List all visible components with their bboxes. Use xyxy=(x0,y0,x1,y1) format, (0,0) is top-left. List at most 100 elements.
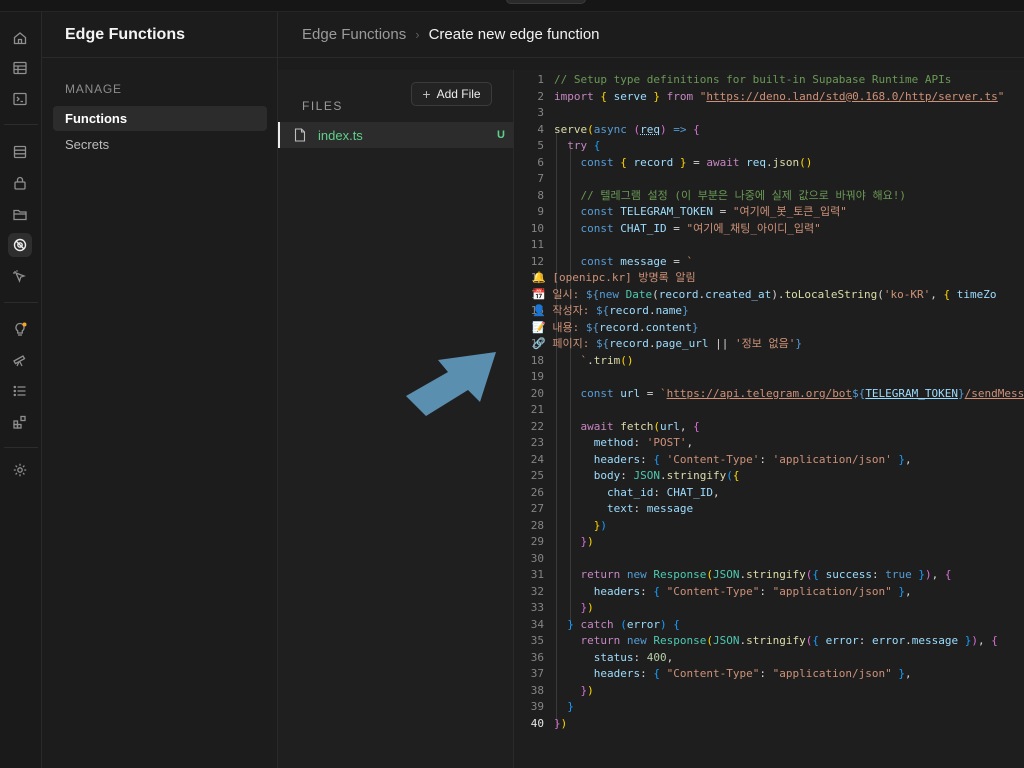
database-icon[interactable] xyxy=(8,140,32,164)
code-text: const url = `https://api.telegram.org/bo… xyxy=(580,386,1024,400)
breadcrumb-parent[interactable]: Edge Functions xyxy=(302,26,406,43)
code-text: }) xyxy=(554,716,568,730)
line-number: 24 xyxy=(530,452,544,466)
integrations-icon[interactable] xyxy=(8,410,32,434)
code-line[interactable]: 9 const TELEGRAM_TOKEN = "여기에_봇_토큰_입력" xyxy=(514,204,1024,221)
code-line[interactable]: 15 👤 작성자: ${record.name} xyxy=(514,303,1024,320)
line-number: 39 xyxy=(530,700,544,713)
code-text: serve(async (req) => { xyxy=(554,122,700,136)
add-file-button[interactable]: + Add File xyxy=(411,82,492,106)
code-line[interactable]: 21 xyxy=(514,402,1024,419)
code-line[interactable]: 17 🔗 페이지: ${record.page_url || '정보 없음'} xyxy=(514,336,1024,353)
code-line[interactable]: 30 xyxy=(514,551,1024,568)
code-text: const message = ` xyxy=(580,254,694,268)
line-number: 34 xyxy=(530,617,544,631)
code-line[interactable]: 24 headers: { 'Content-Type': 'applicati… xyxy=(514,452,1024,469)
line-number: 25 xyxy=(530,469,544,482)
code-line[interactable]: 31 return new Response(JSON.stringify({ … xyxy=(514,567,1024,584)
edge-functions-icon[interactable] xyxy=(8,233,32,257)
code-line[interactable]: 22 await fetch(url, { xyxy=(514,419,1024,436)
line-number: 2 xyxy=(537,89,544,103)
code-text: body: JSON.stringify({ xyxy=(593,469,740,482)
code-line[interactable]: 36 status: 400, xyxy=(514,650,1024,667)
code-line[interactable]: 11 xyxy=(514,237,1024,254)
code-line[interactable]: 12 const message = ` xyxy=(514,254,1024,271)
line-number: 27 xyxy=(530,502,544,515)
code-editor[interactable]: 1 // Setup type definitions for built-in … xyxy=(514,70,1024,768)
section-label-manage: MANAGE xyxy=(65,82,122,96)
code-line[interactable]: 18 `.trim() xyxy=(514,353,1024,370)
line-number: 26 xyxy=(530,485,544,499)
line-number: 35 xyxy=(530,634,544,647)
code-line[interactable]: 8 // 텔레그램 설정 (이 부분은 나중에 실제 값으로 바꿔야 해요!) xyxy=(514,188,1024,205)
sidebar-item-functions[interactable]: Functions xyxy=(53,106,267,131)
code-text: method: 'POST', xyxy=(593,436,694,449)
sidebar-item-secrets[interactable]: Secrets xyxy=(53,132,267,157)
chevron-right-icon: › xyxy=(415,27,420,42)
code-text: }) xyxy=(580,683,594,697)
code-text: 📅 일시: ${new Date(record.created_at).toLo… xyxy=(532,287,997,301)
storage-folder-icon[interactable] xyxy=(8,202,32,226)
code-line[interactable]: 27 text: message xyxy=(514,501,1024,518)
code-text: }) xyxy=(593,518,607,532)
line-number: 10 xyxy=(530,221,544,235)
file-status-badge: U xyxy=(497,129,505,141)
code-line[interactable]: 37 headers: { "Content-Type": "applicati… xyxy=(514,666,1024,683)
realtime-cursor-icon[interactable] xyxy=(8,265,32,289)
code-line[interactable]: 33 }) xyxy=(514,600,1024,617)
code-text: // 텔레그램 설정 (이 부분은 나중에 실제 값으로 바꿔야 해요!) xyxy=(580,188,906,202)
code-line[interactable]: 20 const url = `https://api.telegram.org… xyxy=(514,386,1024,403)
line-number: 38 xyxy=(530,683,544,697)
code-line[interactable]: 16 📝 내용: ${record.content} xyxy=(514,320,1024,337)
logs-list-icon[interactable] xyxy=(8,379,32,403)
code-line[interactable]: 23 method: 'POST', xyxy=(514,435,1024,452)
icon-rail xyxy=(0,12,42,768)
edge-functions-sidebar: Edge Functions MANAGE Functions Secrets xyxy=(42,12,278,768)
sql-editor-icon[interactable] xyxy=(8,87,32,111)
reports-telescope-icon[interactable] xyxy=(8,348,32,372)
code-text: 📝 내용: ${record.content} xyxy=(532,320,699,334)
code-line[interactable]: 7 xyxy=(514,171,1024,188)
code-line[interactable]: 29 }) xyxy=(514,534,1024,551)
line-number: 36 xyxy=(530,650,544,664)
code-line[interactable]: 3 xyxy=(514,105,1024,122)
code-text: return new Response(JSON.stringify({ err… xyxy=(580,634,998,647)
settings-gear-icon[interactable] xyxy=(8,458,32,482)
code-line[interactable]: 6 const { record } = await req.json() xyxy=(514,155,1024,172)
code-line[interactable]: 13 🔔 [openipc.kr] 방명록 알림 xyxy=(514,270,1024,287)
code-line[interactable]: 34 } catch (error) { xyxy=(514,617,1024,634)
code-line[interactable]: 39 } xyxy=(514,699,1024,716)
rail-divider xyxy=(4,447,38,448)
code-line[interactable]: 28 }) xyxy=(514,518,1024,535)
code-line[interactable]: 35 return new Response(JSON.stringify({ … xyxy=(514,633,1024,650)
code-line[interactable]: 10 const CHAT_ID = "여기에_채팅_아이디_입력" xyxy=(514,221,1024,238)
code-line[interactable]: 2 import { serve } from "https://deno.lan… xyxy=(514,89,1024,106)
code-line[interactable]: 40}) xyxy=(514,716,1024,733)
code-line[interactable]: 38 }) xyxy=(514,683,1024,700)
line-number: 28 xyxy=(530,518,544,532)
code-line[interactable]: 26 chat_id: CHAT_ID, xyxy=(514,485,1024,502)
home-icon[interactable] xyxy=(8,26,32,50)
file-name: index.ts xyxy=(318,127,363,143)
code-line[interactable]: 5 try { xyxy=(514,138,1024,155)
auth-lock-icon[interactable] xyxy=(8,171,32,195)
code-text: const TELEGRAM_TOKEN = "여기에_봇_토큰_입력" xyxy=(580,205,847,218)
file-item-index-ts[interactable]: index.ts U xyxy=(278,122,514,148)
window-top-strip xyxy=(0,0,1024,12)
code-line[interactable]: 19 xyxy=(514,369,1024,386)
code-line[interactable]: 1 // Setup type definitions for built-in … xyxy=(514,72,1024,89)
line-number: 4 xyxy=(537,122,544,136)
advisors-lightbulb-icon[interactable] xyxy=(8,317,32,341)
table-editor-icon[interactable] xyxy=(8,56,32,80)
rail-divider xyxy=(4,124,38,125)
code-text: try { xyxy=(567,139,601,152)
code-line[interactable]: 32 headers: { "Content-Type": "applicati… xyxy=(514,584,1024,601)
line-number: 30 xyxy=(530,551,544,565)
annotation-arrow-icon xyxy=(406,352,496,416)
main-panel: Edge Functions › Create new edge functio… xyxy=(278,12,1024,768)
code-text: headers: { 'Content-Type': 'application/… xyxy=(593,452,912,466)
code-line[interactable]: 25 body: JSON.stringify({ xyxy=(514,468,1024,485)
code-line[interactable]: 14 📅 일시: ${new Date(record.created_at).to… xyxy=(514,287,1024,304)
code-line[interactable]: 4 serve(async (req) => { xyxy=(514,122,1024,139)
code-text: 🔗 페이지: ${record.page_url || '정보 없음'} xyxy=(532,337,803,350)
